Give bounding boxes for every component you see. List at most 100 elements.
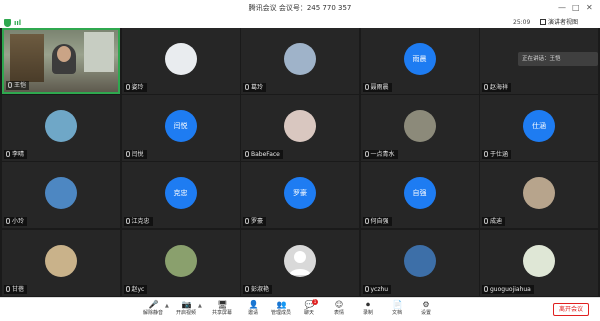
participant-avatar xyxy=(164,43,197,75)
leave-meeting-button[interactable]: 离开会议 xyxy=(553,303,589,316)
manage-members-button[interactable]: 👥 管理成员 xyxy=(268,300,294,317)
mic-muted-icon xyxy=(6,151,10,158)
participant-name: 彭淑艳 xyxy=(243,284,273,294)
maximize-button[interactable]: □ xyxy=(572,3,580,13)
mic-muted-icon xyxy=(484,151,488,158)
reactions-button[interactable]: ☺ 表情 xyxy=(326,300,352,317)
documents-button[interactable]: 📄 文档 xyxy=(384,300,410,317)
settings-label: 设置 xyxy=(420,310,431,316)
participant-tile[interactable]: 雨晨 聂雨晨 xyxy=(360,28,479,94)
unmute-button[interactable]: 🎤 解除静音 xyxy=(140,300,166,317)
participant-name-label: 葛玲 xyxy=(251,84,264,91)
participant-name-label: BabeFace xyxy=(251,151,280,159)
close-button[interactable]: ✕ xyxy=(586,3,593,13)
participant-tile[interactable]: 闫悦 闫悦 xyxy=(121,95,240,162)
participant-avatar: 自强 xyxy=(403,177,436,210)
participant-avatar xyxy=(284,110,316,143)
participant-avatar xyxy=(403,110,436,143)
mic-muted-icon xyxy=(125,151,130,158)
security-shield-icon[interactable] xyxy=(4,19,11,27)
participant-avatar: 克忠 xyxy=(164,177,197,210)
video-options-chevron-icon[interactable]: ▲ xyxy=(198,303,202,309)
participant-name: 王恺 xyxy=(6,81,30,90)
invite-label: 邀请 xyxy=(247,310,258,316)
participant-name-label: 赵海祥 xyxy=(490,84,509,91)
mic-muted-icon xyxy=(6,218,10,225)
participant-name-label: 彭淑艳 xyxy=(251,285,270,293)
meeting-controls: 离开会议 🎤 解除静音 📷 开启视频 🖥 共享屏幕 👤 邀请 👥 管理成员 💬 聊天 1 ☺ 表情 ⏺ 录制 📄 文… xyxy=(0,297,600,321)
participant-avatar xyxy=(45,244,77,277)
participant-avatar: 罗豪 xyxy=(284,177,316,210)
participant-tile[interactable]: yczhu xyxy=(360,229,479,296)
minimize-button[interactable]: — xyxy=(558,3,566,13)
emoji-icon: ☺ xyxy=(334,300,344,309)
participant-avatar xyxy=(45,110,77,143)
record-button[interactable]: ⏺ 录制 xyxy=(355,300,381,317)
meeting-timer: 25:09 xyxy=(513,19,531,26)
mic-muted-icon xyxy=(6,285,10,292)
participant-name-label: 江克忠 xyxy=(131,218,150,226)
participant-avatar: 仕涵 xyxy=(523,110,555,143)
participant-tile[interactable]: 成迪 xyxy=(480,162,598,229)
participant-avatar xyxy=(284,244,316,277)
participant-tile[interactable]: 一点青水 xyxy=(360,95,479,162)
participant-tile[interactable]: guoguojiahua xyxy=(480,229,598,296)
participant-avatar xyxy=(523,177,555,210)
audio-options-chevron-icon[interactable]: ▲ xyxy=(165,303,169,309)
start-video-label: 开启视频 xyxy=(175,310,196,316)
participant-name: 赵海祥 xyxy=(482,83,512,92)
mic-muted-icon xyxy=(364,151,369,158)
mic-muted-icon xyxy=(245,285,249,292)
mic-muted-icon xyxy=(125,84,130,90)
gear-icon: ⚙ xyxy=(422,300,430,309)
participant-tile[interactable]: 自强何自强 xyxy=(360,162,479,229)
participant-name-label: 王恺 xyxy=(14,82,27,89)
participant-name-label: 何自强 xyxy=(370,218,389,226)
participant-tile[interactable]: 李晴 xyxy=(2,95,120,162)
participant-tile[interactable]: 甘蓓 xyxy=(2,229,120,296)
participant-tile[interactable]: 克忠江克忠 xyxy=(121,162,240,229)
participant-name-label: 赵yc xyxy=(131,285,145,293)
participant-tile[interactable]: 仕涵于仕涵 xyxy=(480,95,598,162)
participant-name: 何自强 xyxy=(362,217,392,227)
info-bar: ııl 25:09 演讲者视图 xyxy=(0,18,600,28)
participant-name: yczhu xyxy=(362,284,392,294)
participant-tile[interactable]: 姿玲 xyxy=(121,28,240,94)
participant-name-label: 罗豪 xyxy=(251,218,264,226)
invite-button[interactable]: 👤 邀请 xyxy=(240,300,266,317)
mic-muted-icon xyxy=(364,84,369,90)
participant-tile[interactable]: 王恺 xyxy=(2,28,120,94)
mic-muted-icon xyxy=(125,218,130,225)
participant-name: 江克忠 xyxy=(123,217,153,227)
share-screen-button[interactable]: 🖥 共享屏幕 xyxy=(209,300,235,317)
participant-name: 聂雨晨 xyxy=(362,83,392,92)
chat-button[interactable]: 💬 聊天 1 xyxy=(296,299,322,317)
participant-avatar xyxy=(403,244,436,277)
participant-avatar xyxy=(164,244,197,277)
view-switch-button[interactable]: 演讲者视图 xyxy=(540,18,578,28)
share-screen-label: 共享屏幕 xyxy=(211,310,232,316)
settings-button[interactable]: ⚙ 设置 xyxy=(413,300,439,317)
participant-name: 李晴 xyxy=(4,150,28,160)
participant-name: 闫悦 xyxy=(123,150,147,160)
meeting-window: 腾讯会议 会议号：245 770 357 — □ ✕ ııl 25:09 演讲者… xyxy=(0,0,600,321)
participant-name: 于仕涵 xyxy=(482,150,512,160)
participant-tile[interactable]: 赵yc xyxy=(121,229,240,296)
view-switch-label: 演讲者视图 xyxy=(548,19,579,26)
participant-tile[interactable]: 彭淑艳 xyxy=(241,229,359,296)
chat-label: 聊天 xyxy=(303,310,314,316)
participant-name-label: 小玲 xyxy=(12,218,25,226)
participant-tile[interactable]: 罗豪 罗豪 xyxy=(241,162,359,229)
participant-name: 甘蓓 xyxy=(4,284,28,294)
participant-name: 葛玲 xyxy=(243,83,267,92)
participant-name: 赵yc xyxy=(123,284,148,294)
participant-tile[interactable]: 葛玲 xyxy=(241,28,359,94)
participant-avatar xyxy=(45,177,77,210)
participant-tile[interactable]: 小玲 xyxy=(2,162,120,229)
participant-name: 成迪 xyxy=(482,217,506,227)
signal-strength-icon[interactable]: ııl xyxy=(14,19,21,27)
start-video-button[interactable]: 📷 开启视频 xyxy=(173,300,199,317)
mic-muted-icon xyxy=(364,218,369,225)
participant-tile[interactable]: BabeFace xyxy=(241,95,359,162)
video-grid: 王恺 姿玲 葛玲 雨晨 聂雨晨 赵海祥 李晴 闫悦 闫悦 BabeFace 一点青水 仕涵 于仕涵 小玲克… xyxy=(2,28,598,296)
